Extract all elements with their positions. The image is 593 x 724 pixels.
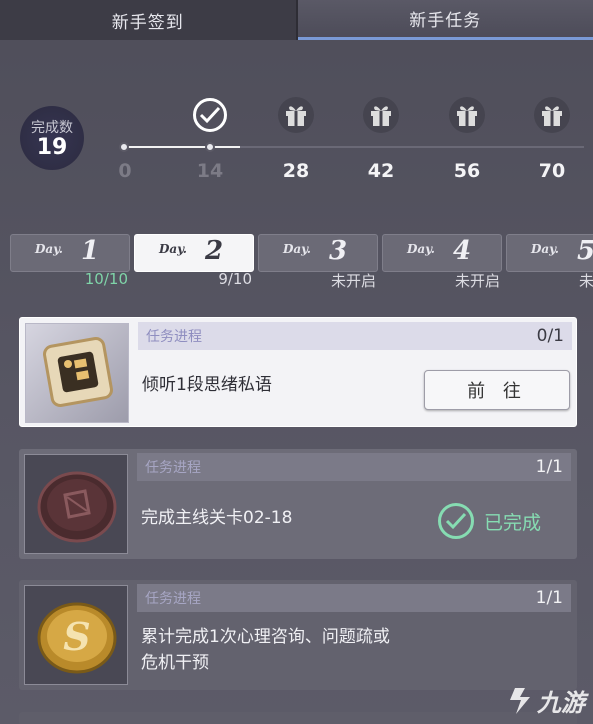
next-task-card-edge bbox=[19, 712, 577, 724]
day-status: 未开启 bbox=[454, 272, 500, 290]
day-number: 4 bbox=[453, 236, 472, 266]
task-progress-header: 任务进程 1/1 bbox=[137, 453, 571, 481]
task-card-counseling: S 任务进程 1/1 累计完成1次心理咨询、问题疏或危机干预 bbox=[19, 580, 577, 690]
day-card[interactable]: Day. 2 bbox=[134, 234, 254, 272]
task-card-mainline: 任务进程 1/1 完成主线关卡02-18 已完成 bbox=[19, 449, 577, 559]
day-number: 3 bbox=[329, 236, 348, 266]
day-word: Day. bbox=[407, 242, 435, 256]
milestone-label: 28 bbox=[282, 160, 310, 182]
coin-icon bbox=[37, 471, 117, 543]
day-number: 2 bbox=[205, 236, 224, 266]
gift-icon[interactable] bbox=[449, 97, 485, 133]
gift-icon[interactable] bbox=[278, 97, 314, 133]
task-progress-label: 任务进程 bbox=[145, 460, 201, 476]
task-progress-label: 任务进程 bbox=[146, 329, 202, 345]
day-word: Day. bbox=[159, 242, 187, 256]
progress-track-fill bbox=[124, 146, 240, 148]
gift-icon[interactable] bbox=[363, 97, 399, 133]
milestone-label: 14 bbox=[196, 160, 224, 182]
chip-icon bbox=[43, 337, 113, 407]
completion-count-badge: 完成数 19 bbox=[20, 106, 84, 170]
progress-dot-0 bbox=[119, 142, 129, 152]
task-progress-header: 任务进程 0/1 bbox=[138, 322, 572, 350]
task-progress-header: 任务进程 1/1 bbox=[137, 584, 571, 612]
gift-icon[interactable] bbox=[534, 97, 570, 133]
day-card[interactable]: Day. 4 bbox=[382, 234, 502, 272]
completed-label: 已完成 bbox=[483, 511, 541, 534]
tab-checkin[interactable]: 新手签到 bbox=[0, 0, 298, 40]
check-circle-icon bbox=[437, 503, 474, 539]
gold-coin-icon: S bbox=[37, 602, 117, 674]
day-card[interactable]: Day. 5 bbox=[506, 234, 593, 272]
tab-tasks[interactable]: 新手任务 bbox=[297, 0, 593, 40]
milestone-label: 42 bbox=[367, 160, 395, 182]
completion-count-label: 完成数 bbox=[31, 119, 73, 136]
svg-text:S: S bbox=[63, 614, 90, 659]
claimed-check-icon bbox=[193, 98, 227, 132]
completion-count-value: 19 bbox=[36, 134, 68, 160]
day-word: Day. bbox=[531, 242, 559, 256]
task-progress-value: 1/1 bbox=[535, 588, 563, 608]
tab-bar: 新手签到 新手任务 bbox=[0, 0, 593, 40]
task-progress-value: 1/1 bbox=[535, 457, 563, 477]
day-word: Day. bbox=[35, 242, 63, 256]
task-thumbnail bbox=[24, 454, 128, 554]
task-description: 累计完成1次心理咨询、问题疏或危机干预 bbox=[141, 627, 390, 673]
progress-dot-14 bbox=[205, 142, 215, 152]
go-button[interactable]: 前 往 bbox=[424, 370, 570, 410]
day-number: 5 bbox=[577, 236, 593, 266]
day-number: 1 bbox=[81, 236, 100, 266]
day-status: 未开启 bbox=[330, 272, 376, 290]
day-status: 9/10 bbox=[218, 270, 252, 288]
day-card[interactable]: Day. 3 bbox=[258, 234, 378, 272]
day-status: 未开启 bbox=[578, 272, 593, 290]
milestone-label: 70 bbox=[538, 160, 566, 182]
task-description: 完成主线关卡02-18 bbox=[141, 508, 293, 528]
milestone-label: 0 bbox=[118, 160, 132, 182]
task-progress-value: 0/1 bbox=[536, 326, 564, 346]
watermark-text: 九游 bbox=[537, 689, 585, 717]
watermark: 九游 bbox=[507, 683, 585, 718]
task-thumbnail: S bbox=[24, 585, 128, 685]
milestone-label: 56 bbox=[453, 160, 481, 182]
progress-track bbox=[124, 146, 584, 148]
day-card[interactable]: Day. 1 bbox=[10, 234, 130, 272]
task-description: 倾听1段思绪私语 bbox=[142, 375, 272, 395]
completed-status: 已完成 bbox=[437, 503, 541, 539]
watermark-logo-icon bbox=[510, 687, 530, 714]
task-card-listen: 任务进程 0/1 倾听1段思绪私语 前 往 bbox=[19, 317, 577, 427]
day-tab-5[interactable]: Day. 5 未开启 bbox=[506, 234, 593, 294]
day-status: 10/10 bbox=[84, 270, 128, 288]
task-progress-label: 任务进程 bbox=[145, 591, 201, 607]
day-word: Day. bbox=[283, 242, 311, 256]
task-thumbnail bbox=[25, 323, 129, 423]
